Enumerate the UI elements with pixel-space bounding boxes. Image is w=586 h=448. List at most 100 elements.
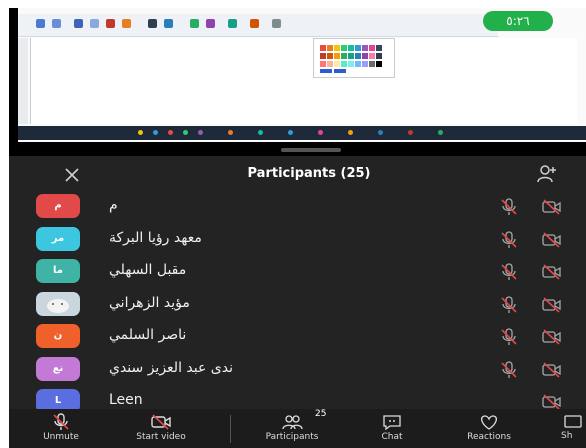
mic-muted-icon (499, 262, 519, 282)
fill-icon (122, 19, 131, 28)
taskbar-app-icon (288, 130, 293, 135)
undo-icon (36, 19, 45, 28)
swatch (327, 45, 333, 51)
video-off-icon (542, 394, 562, 410)
unmute-label: Unmute (43, 432, 79, 442)
edit-colors-icon (272, 19, 281, 28)
participant-name: مؤيد الزهراني (109, 294, 190, 311)
taskbar-app-icon (228, 130, 233, 135)
mic-muted-icon (53, 413, 69, 430)
participant-row[interactable]: مر معهد رؤيا البركة (9, 225, 586, 255)
pencil-icon (106, 19, 115, 28)
redo-icon (52, 19, 61, 28)
swatch (320, 45, 326, 51)
panel-header: Participants (25) (9, 156, 586, 192)
swatch (320, 53, 326, 59)
video-off-icon (542, 231, 562, 248)
mic-muted-icon (499, 230, 519, 250)
swatch (348, 45, 354, 51)
participant-row[interactable]: ن ناصر السلمي (9, 322, 586, 352)
text-icon (148, 19, 157, 28)
swatch (341, 53, 347, 59)
panel-title: Participants (25) (247, 166, 371, 181)
reactions-label: Reactions (467, 432, 511, 442)
video-off-icon (151, 414, 171, 430)
participants-icon (282, 415, 303, 430)
swatch (355, 61, 361, 67)
taskbar-app-icon (318, 130, 323, 135)
avatar: مر (36, 226, 80, 251)
swatch (362, 45, 368, 51)
participant-name: معهد رؤيا البركة (109, 229, 202, 246)
start-video-button[interactable]: Start video (121, 413, 201, 442)
taskbar-app-icon (168, 130, 173, 135)
swatch (369, 53, 375, 59)
cat-avatar-icon (47, 298, 69, 313)
participant-name: ناصر السلمي (109, 327, 187, 343)
swatch (362, 61, 368, 67)
swatch (348, 53, 354, 59)
meeting-controls: Unmute Start video Participants Chat Rea… (9, 409, 586, 448)
video-off-icon (542, 264, 562, 280)
swatch (341, 61, 347, 67)
taskbar-app-icon (348, 130, 353, 135)
swatch (355, 53, 361, 59)
mic-muted-icon (499, 327, 519, 347)
zoom-window: ٥:٢٦ Participants (25) مم مر معهد رؤيا ال… (9, 8, 586, 448)
drag-handle[interactable] (281, 148, 341, 152)
avatar: ن (36, 324, 80, 348)
participant-row[interactable]: ما مقبل السهلي (9, 257, 586, 287)
chat-label: Chat (381, 432, 403, 442)
participants-label: Participants (265, 432, 319, 442)
swatch (376, 45, 382, 51)
swatch (362, 53, 368, 59)
swatch (341, 45, 347, 51)
share-screen-icon (564, 415, 582, 428)
participant-row[interactable]: مؤيد الزهراني (9, 290, 586, 320)
participants-count-badge: 25 (315, 409, 327, 419)
avatar: ما (36, 259, 80, 283)
mic-muted-icon (499, 295, 519, 315)
unmute-button[interactable]: Unmute (31, 413, 91, 442)
taskbar-app-icon (378, 130, 383, 135)
taskbar-app-icon (438, 130, 443, 135)
crop-icon (90, 19, 99, 28)
chat-button[interactable]: Chat (367, 413, 417, 442)
start-video-label: Start video (136, 432, 186, 442)
windows-taskbar (18, 126, 586, 140)
select-icon (74, 19, 83, 28)
color-palette-dialog (313, 38, 395, 78)
swatch (334, 45, 340, 51)
participant-row[interactable]: نع ندى عبد العزيز سندي (9, 355, 586, 385)
swatch (369, 45, 375, 51)
participant-name: Leen (109, 392, 143, 408)
paint-toolbar (18, 14, 498, 37)
add-participant-icon[interactable] (536, 163, 558, 185)
swatch (334, 69, 346, 73)
video-off-icon (542, 296, 562, 313)
swatch (376, 53, 382, 59)
avatar (36, 291, 80, 316)
outline-icon (206, 19, 215, 28)
paint-canvas (30, 38, 577, 124)
swatch (327, 53, 333, 59)
swatch (334, 61, 340, 67)
share-button[interactable]: Sh (561, 413, 586, 441)
video-off-icon (542, 361, 562, 378)
participant-row[interactable]: مم (9, 192, 586, 222)
participant-name: ندى عبد العزيز سندي (109, 359, 233, 376)
close-icon[interactable] (61, 164, 83, 186)
swatch (369, 61, 375, 67)
swatch (376, 61, 382, 67)
taskbar-app-icon (198, 130, 203, 135)
avatar: نع (36, 356, 80, 381)
mic-muted-icon (499, 360, 519, 380)
heart-icon (481, 415, 497, 430)
swatch (320, 61, 326, 67)
swatch (348, 61, 354, 67)
ruler-rail (18, 38, 28, 124)
taskbar-app-icon (153, 130, 158, 135)
reactions-button[interactable]: Reactions (449, 413, 529, 442)
toolbar-divider (230, 415, 231, 443)
video-off-icon (542, 329, 562, 345)
